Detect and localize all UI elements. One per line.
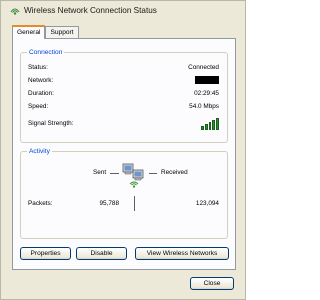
tab-strip: General Support bbox=[12, 25, 79, 39]
packets-received-value: 123,094 bbox=[195, 200, 219, 207]
duration-row: Duration: 02:29:45 bbox=[28, 89, 219, 98]
status-row: Status: Connected bbox=[28, 63, 219, 72]
status-dialog: Wireless Network Connection Status Gener… bbox=[0, 0, 246, 300]
signal-bar bbox=[201, 126, 204, 130]
signal-strength-label: Signal Strength: bbox=[28, 120, 74, 127]
received-dash bbox=[149, 173, 157, 174]
general-panel: Connection Status: Connected Network: Du… bbox=[12, 38, 236, 270]
sent-dash bbox=[110, 173, 119, 174]
signal-strength-icon bbox=[201, 116, 219, 130]
duration-label: Duration: bbox=[28, 90, 54, 97]
wireless-network-icon bbox=[9, 6, 21, 16]
close-button[interactable]: Close bbox=[190, 277, 234, 290]
speed-value: 54.0 Mbps bbox=[189, 103, 219, 110]
speed-label: Speed: bbox=[28, 103, 49, 110]
connection-group-title: Connection bbox=[27, 48, 65, 57]
signal-bar bbox=[212, 120, 216, 130]
network-row: Network: bbox=[28, 76, 219, 85]
network-computers-icon bbox=[121, 160, 147, 190]
duration-value: 02:29:45 bbox=[194, 90, 219, 97]
title-bar[interactable]: Wireless Network Connection Status bbox=[1, 1, 245, 20]
signal-bar bbox=[216, 118, 219, 130]
status-label: Status: bbox=[28, 64, 48, 71]
connection-group: Connection Status: Connected Network: Du… bbox=[20, 48, 228, 143]
signal-bar bbox=[208, 122, 212, 130]
properties-button[interactable]: Properties bbox=[20, 247, 71, 260]
view-wireless-networks-button[interactable]: View Wireless Networks bbox=[135, 247, 229, 260]
network-name-redacted bbox=[195, 76, 219, 84]
speed-row: Speed: 54.0 Mbps bbox=[28, 102, 219, 111]
network-label: Network: bbox=[28, 77, 54, 84]
packets-sent-value: 95,788 bbox=[99, 200, 119, 207]
signal-bar bbox=[204, 124, 208, 130]
sent-label: Sent bbox=[93, 169, 107, 176]
activity-group: Activity Sent Received Packets: 95,788 1… bbox=[20, 147, 228, 239]
packets-label: Packets: bbox=[28, 200, 53, 207]
received-label: Received bbox=[161, 169, 188, 176]
window-title: Wireless Network Connection Status bbox=[24, 6, 157, 15]
activity-group-title: Activity bbox=[27, 147, 52, 156]
disable-button[interactable]: Disable bbox=[76, 247, 127, 260]
signal-row: Signal Strength: bbox=[28, 116, 219, 130]
packets-divider bbox=[134, 196, 135, 211]
tab-general[interactable]: General bbox=[12, 25, 46, 39]
status-value: Connected bbox=[188, 64, 219, 71]
